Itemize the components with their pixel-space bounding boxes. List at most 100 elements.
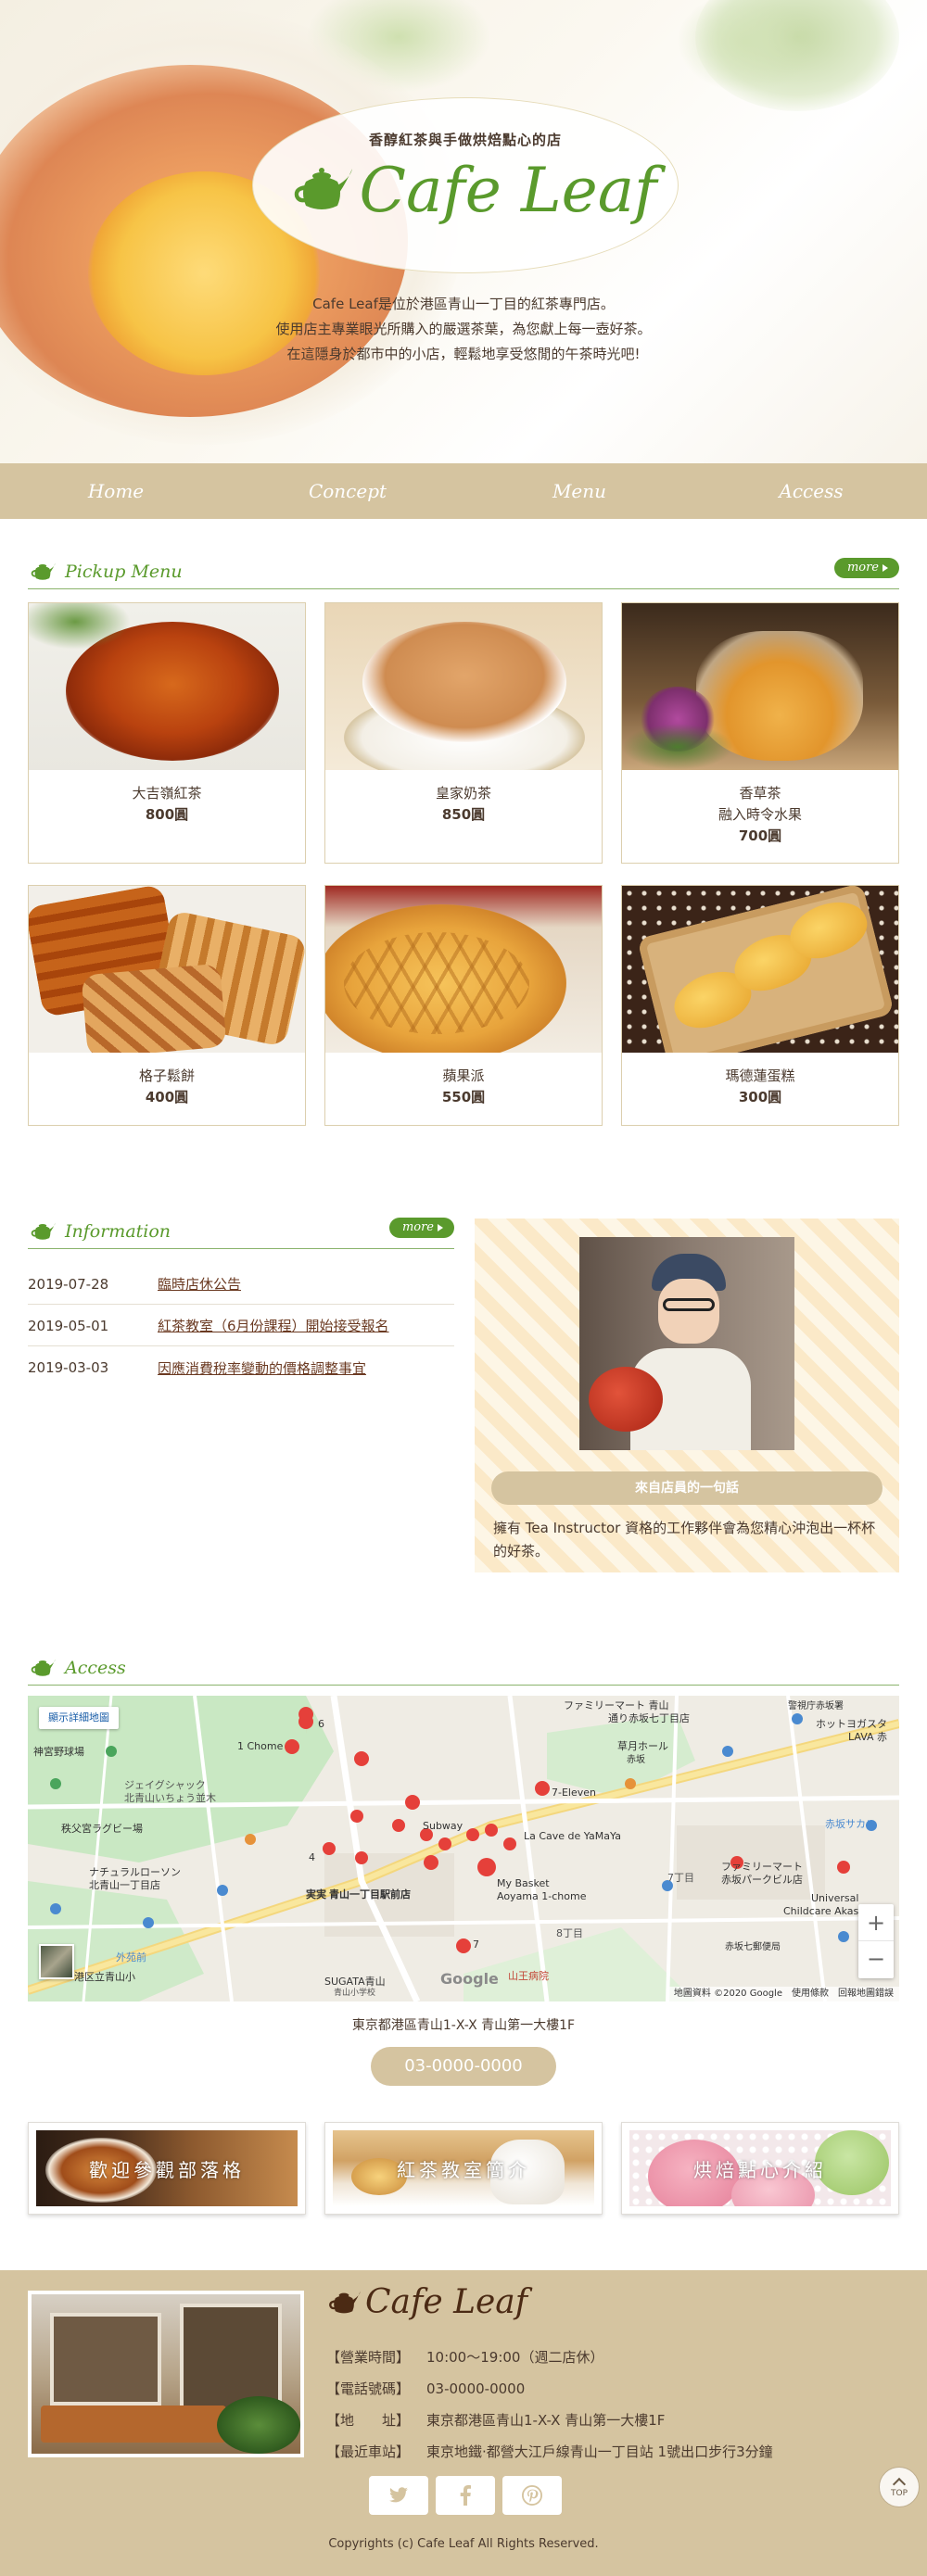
teapot-icon	[31, 562, 56, 580]
menu-card-info: 香草茶 融入時令水果 700圓	[622, 770, 898, 847]
menu-card[interactable]: 皇家奶茶 850圓	[324, 602, 603, 864]
back-to-top-button[interactable]: TOP	[879, 2467, 920, 2507]
menu-item-name: 皇家奶茶	[435, 785, 491, 802]
store-info: 【營業時間】 10:00～19:00（週二店休） 【電話號碼】 03-0000-…	[326, 2342, 773, 2468]
store-info-row: 【地 址】 東京都港區青山1-X-X 青山第一大樓1F	[326, 2405, 773, 2436]
map-label: 警視庁赤坂署	[788, 1701, 844, 1711]
map-attribution[interactable]: 地圖資料 ©2020 Google 使用條款 回報地圖錯誤	[667, 1987, 899, 2001]
staff-message: 擁有 Tea Instructor 資格的工作夥伴會為您精心沖泡出一杯杯的好茶。	[493, 1520, 876, 1559]
news-link[interactable]: 紅茶教室（6月份課程）開始接受報名	[158, 1316, 389, 1335]
banner-blog[interactable]: 歡迎參觀部落格	[28, 2122, 306, 2215]
menu-card[interactable]: 瑪德蓮蛋糕 300圓	[621, 885, 899, 1126]
store-info-key: 【最近車站】	[326, 2443, 411, 2460]
banner-image: 歡迎參觀部落格	[36, 2130, 298, 2206]
social-links	[369, 2476, 562, 2515]
menu-item-name: 香草茶	[739, 785, 781, 802]
map-label: 青山小学校	[334, 1989, 376, 1998]
teapot-icon	[294, 168, 352, 209]
store-info-row: 【最近車站】 東京地鐵·都營大江戶線青山一丁目站 1號出口步行3分鐘	[326, 2436, 773, 2468]
phone-button[interactable]: 03-0000-0000	[371, 2047, 556, 2086]
store-info-value: 10:00～19:00（週二店休）	[426, 2349, 604, 2366]
map-label: 8丁目	[556, 1927, 583, 1939]
pinterest-button[interactable]	[502, 2476, 562, 2515]
news-item: 2019-05-01 紅茶教室（6月份課程）開始接受報名	[28, 1306, 454, 1346]
royal-milk-tea-image	[325, 603, 602, 770]
store-info-row: 【電話號碼】 03-0000-0000	[326, 2373, 773, 2405]
map-satellite-thumbnail[interactable]	[39, 1944, 74, 1979]
hero-tagline: 香醇紅茶與手做烘焙點心的店	[368, 132, 562, 148]
nav-menu[interactable]: Menu	[464, 463, 695, 519]
map-label: 赤坂	[627, 1755, 645, 1765]
information-more-button[interactable]: more	[388, 1218, 454, 1238]
news-link[interactable]: 因應消費稅率變動的價格調整事宜	[158, 1358, 366, 1378]
teapot-icon	[329, 2291, 361, 2313]
google-map[interactable]: 顯示詳細地圖 ファミリーマート 青山 通り赤坂七丁目店 警視庁赤坂署 ホットヨガ…	[28, 1696, 899, 2001]
menu-item-price: 550圓	[441, 1089, 486, 1105]
banner-tea-class[interactable]: 紅茶教室簡介	[324, 2122, 603, 2215]
intro-line: Cafe Leaf是位於港區青山一丁目的紅茶專門店。	[312, 296, 615, 312]
footer-logo[interactable]: Cafe Leaf	[326, 2283, 527, 2321]
map-label: 青山一丁目駅前店	[329, 1888, 411, 1900]
herbal-tea-image	[622, 603, 898, 770]
banner-sweets[interactable]: 烘焙點心介紹	[621, 2122, 899, 2215]
menu-card[interactable]: 蘋果派 550圓	[324, 885, 603, 1126]
section-title: Information	[65, 1221, 171, 1242]
logo-text: Cafe Leaf	[359, 154, 657, 226]
waffle-image	[29, 886, 305, 1053]
site-logo[interactable]: Cafe Leaf	[287, 148, 658, 232]
menu-item-price: 800圓	[145, 806, 189, 823]
twitter-icon	[389, 2487, 408, 2503]
news-date: 2019-07-28	[28, 1275, 109, 1293]
facebook-button[interactable]	[436, 2476, 495, 2515]
facebook-icon	[460, 2485, 471, 2506]
map-label: 北青山一丁目店	[89, 1879, 160, 1891]
menu-card-info: 蘋果派 550圓	[325, 1053, 602, 1108]
menu-card[interactable]: 格子鬆餅 400圓	[28, 885, 306, 1126]
map-label: Universal	[811, 1892, 859, 1904]
menu-item-name: 格子鬆餅	[138, 1067, 195, 1084]
arrow-right-icon	[438, 1224, 443, 1231]
banner-image: 烘焙點心介紹	[629, 2130, 891, 2206]
news-item: 2019-03-03 因應消費稅率變動的價格調整事宜	[28, 1347, 454, 1388]
nav-home[interactable]: Home	[0, 463, 232, 519]
news-link[interactable]: 臨時店休公告	[158, 1274, 241, 1294]
more-label: more	[846, 561, 879, 575]
map-canvas[interactable]	[28, 1696, 899, 2001]
pickup-more-button[interactable]: more	[833, 558, 899, 578]
twitter-button[interactable]	[369, 2476, 428, 2515]
teapot-icon	[31, 1222, 56, 1240]
hero-intro: Cafe Leaf是位於港區青山一丁目的紅茶專門店。 使用店主專業眼光所購入的嚴…	[185, 292, 742, 367]
pinterest-icon	[522, 2485, 542, 2506]
zoom-in-button[interactable]: +	[858, 1904, 894, 1941]
nav-access[interactable]: Access	[695, 463, 927, 519]
menu-card[interactable]: 香草茶 融入時令水果 700圓	[621, 602, 899, 864]
arrow-right-icon	[883, 564, 888, 572]
map-label: Aoyama 1-chome	[497, 1890, 587, 1902]
intro-line: 在這隱身於都市中的小店，輕鬆地享受悠閒的午茶時光吧!	[286, 346, 641, 362]
map-label: 通り赤坂七丁目店	[608, 1712, 690, 1724]
map-zoom-controls: + −	[858, 1904, 894, 1978]
map-label: 6	[318, 1718, 324, 1730]
store-info-key: 【電話號碼】	[326, 2380, 411, 2397]
banner-label: 歡迎參觀部落格	[89, 2158, 245, 2181]
store-address: 東京都港區青山1-X-X 青山第一大樓1F	[351, 2018, 576, 2033]
menu-card-info: 格子鬆餅 400圓	[29, 1053, 305, 1108]
more-label: more	[401, 1220, 434, 1234]
map-detail-button[interactable]: 顯示詳細地圖	[39, 1707, 119, 1729]
map-label: 7丁目	[667, 1872, 694, 1884]
map-label: 北青山いちょう並木	[124, 1792, 216, 1804]
store-info-value: 東京都港區青山1-X-X 青山第一大樓1F	[426, 2412, 666, 2429]
menu-card[interactable]: 大吉嶺紅茶 800圓	[28, 602, 306, 864]
menu-item-price: 700圓	[738, 827, 782, 844]
copyright: Copyrights (c) Cafe Leaf All Rights Rese…	[328, 2537, 599, 2551]
apple-pie-image	[325, 886, 602, 1053]
intro-line: 使用店主專業眼光所購入的嚴選茶葉，為您獻上每一壺好茶。	[275, 321, 652, 337]
zoom-out-button[interactable]: −	[858, 1941, 894, 1977]
menu-item-price: 300圓	[738, 1089, 782, 1105]
nav-concept[interactable]: Concept	[232, 463, 464, 519]
map-label: 外苑前	[116, 1951, 146, 1964]
banner-label: 烘焙點心介紹	[693, 2158, 827, 2181]
menu-item-price: 850圓	[441, 806, 486, 823]
map-label: My Basket	[497, 1877, 550, 1889]
store-info-key: 【地 址】	[326, 2412, 411, 2429]
